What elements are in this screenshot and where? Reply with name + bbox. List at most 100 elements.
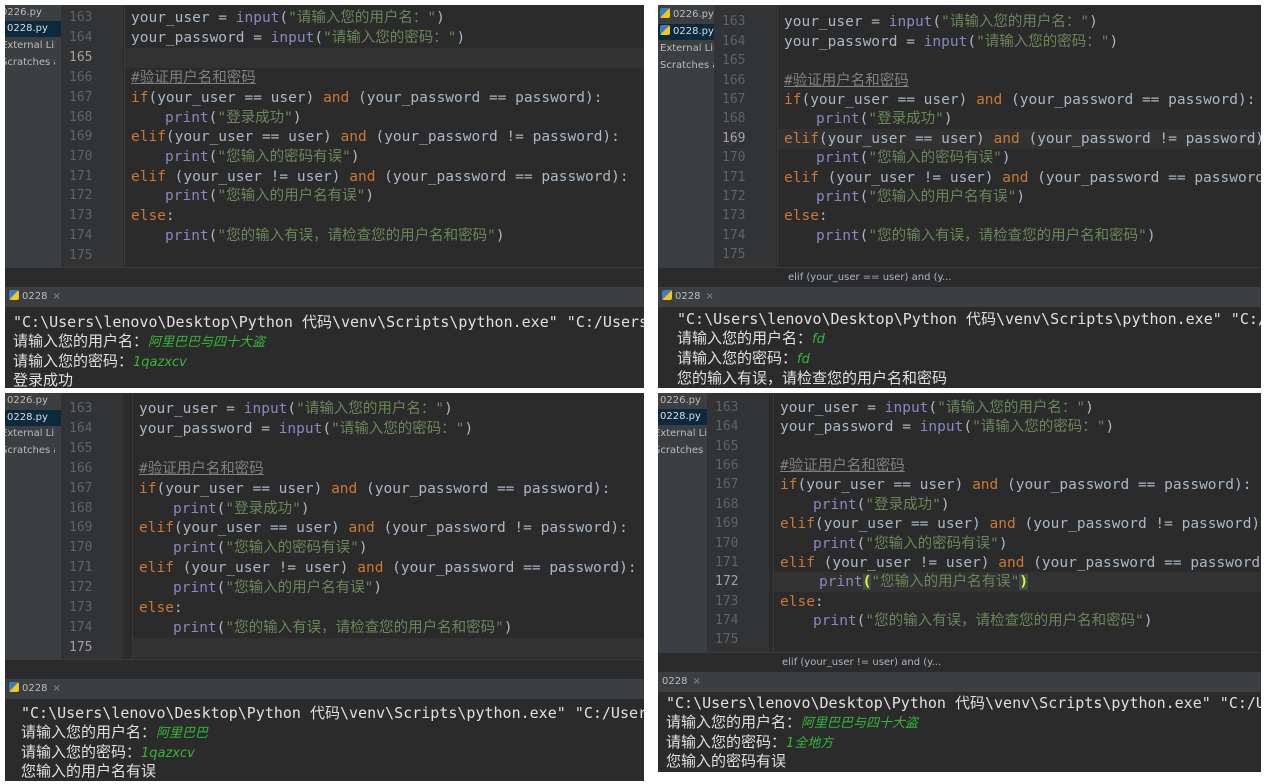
code-line: your_user = input("请输入您的用户名："): [139, 401, 453, 417]
code-line: your_password = input("请输入您的密码："): [139, 421, 474, 437]
run-console: "C:\Users\lenovo\Desktop\Python 代码\venv\…: [5, 307, 644, 388]
console-line: 请输入您的密码：fd: [677, 349, 810, 367]
code-line: print("您输入的密码有误"): [813, 536, 1008, 552]
code-line: print("登录成功"): [165, 110, 302, 126]
current-line: [125, 48, 644, 68]
scratches-and-consoles[interactable]: Scratches and Consoles: [658, 58, 714, 74]
code-line: print("您的输入有误，请检查您的用户名和密码"): [165, 228, 505, 244]
code-editor[interactable]: your_user = input("请输入您的用户名：") your_pass…: [133, 393, 644, 659]
console-result: 您输入的用户名有误: [21, 762, 157, 780]
line-number-gutter: 163 164 165 166 167 168 169 170 171 172 …: [714, 5, 776, 267]
user-input-value: 1qazxcv: [133, 355, 187, 370]
code-editor[interactable]: your_user = input("请输入您的用户名：") your_pass…: [125, 5, 644, 267]
python-file-icon: [9, 290, 19, 300]
code-line: print("您输入的用户名有误"): [173, 580, 383, 596]
code-line: #验证用户名和密码: [139, 461, 264, 477]
current-line: print("您输入的用户名有误"): [774, 572, 1261, 592]
code-line: your_user = input("请输入您的用户名："): [784, 14, 1098, 30]
file-0228[interactable]: 0228.py: [5, 410, 61, 426]
external-libraries[interactable]: External Libraries: [5, 426, 55, 442]
run-tab[interactable]: 0228 ×: [658, 287, 1261, 307]
screenshot-panel-bottom-left: 0226.py 0228.py External Libraries Scrat…: [5, 393, 644, 781]
line-number-gutter: 163 164 165 166 167 168 169 170 171 172 …: [61, 5, 123, 267]
screenshot-panel-top-right: 0226.py 0228.py External Libraries Scrat…: [658, 5, 1261, 388]
breadcrumb[interactable]: elif (your_user != user) and (y...: [658, 652, 1261, 673]
close-icon[interactable]: ×: [705, 291, 713, 302]
console-command: "C:\Users\lenovo\Desktop\Python 代码\venv\…: [666, 694, 1261, 712]
run-tab[interactable]: 0228 ×: [5, 287, 644, 307]
user-input-value: fd: [812, 332, 825, 347]
code-editor[interactable]: your_user = input("请输入您的用户名：") your_pass…: [774, 393, 1261, 652]
file-0228[interactable]: 0228.py: [5, 21, 61, 37]
console-line: 请输入您的用户名：fd: [677, 329, 825, 347]
code-line: if(your_user == user) and (your_password…: [131, 90, 603, 106]
code-line: your_user = input("请输入您的用户名："): [131, 10, 445, 26]
user-input-value: fd: [797, 352, 810, 367]
breadcrumb[interactable]: elif (your_user == user) and (y...: [658, 267, 1261, 288]
current-line: elif(your_user == user) and (your_passwo…: [778, 129, 1261, 149]
external-libraries[interactable]: External Libraries: [658, 41, 714, 57]
code-line: else:: [784, 208, 828, 224]
file-0226[interactable]: 0226.py: [5, 393, 61, 409]
code-line: print("登录成功"): [813, 497, 950, 513]
code-line: print("您输入的密码有误"): [173, 540, 368, 556]
code-line: elif (your_user != user) and (your_passw…: [784, 170, 1261, 186]
console-result: 登录成功: [13, 371, 74, 388]
code-line: else:: [131, 208, 175, 224]
code-line: else:: [780, 594, 824, 610]
file-0226[interactable]: 0226.py: [5, 5, 55, 21]
code-line: elif (your_user != user) and (your_passw…: [131, 169, 629, 185]
project-tree: 0226.py 0228.py External Libraries Scrat…: [658, 5, 714, 287]
python-file-icon: [660, 25, 670, 35]
console-line: 请输入您的用户名：阿里巴巴: [21, 723, 209, 741]
code-line: print("您输入的用户名有误"): [165, 188, 375, 204]
file-0226[interactable]: 0226.py: [658, 393, 714, 409]
close-icon[interactable]: ×: [52, 291, 60, 302]
console-command: "C:\Users\lenovo\Desktop\Python 代码\venv\…: [21, 704, 644, 722]
code-editor[interactable]: your_user = input("请输入您的用户名：") your_pass…: [778, 5, 1261, 267]
screenshot-panel-top-left: 0226.py 0228.py External Libraries Scrat…: [5, 5, 644, 388]
code-line: elif(your_user == user) and (your_passwo…: [131, 129, 620, 145]
console-line: 请输入您的用户名：阿里巴巴与四十大盗: [666, 713, 919, 731]
scratches-and-consoles[interactable]: Scratches and Consoles: [5, 55, 55, 71]
scratches-and-consoles[interactable]: Scratches and Consoles: [5, 443, 55, 459]
console-command: "C:\Users\lenovo\Desktop\Python 代码\venv\…: [13, 313, 644, 331]
console-command: "C:\Users\lenovo\Desktop\Python 代码\venv\…: [677, 310, 1261, 328]
run-tab[interactable]: 0228 ×: [5, 679, 644, 699]
user-input-value: 1qazxcv: [141, 746, 195, 761]
line-number-gutter: 163 164 165 166 167 168 169 170 171 172 …: [61, 393, 123, 659]
run-console: "C:\Users\lenovo\Desktop\Python 代码\venv\…: [5, 699, 644, 781]
code-line: print("您输入的密码有误"): [165, 149, 360, 165]
screenshot-panel-bottom-right: 0226.py 0228.py External Libraries Scrat…: [658, 393, 1261, 772]
close-icon[interactable]: ×: [52, 683, 60, 694]
scratches-and-consoles[interactable]: Scratches and Consoles: [658, 443, 708, 459]
close-icon[interactable]: ×: [692, 676, 700, 687]
external-libraries[interactable]: External Libraries: [658, 426, 708, 442]
code-line: elif (your_user != user) and (your_passw…: [139, 560, 637, 576]
code-line: if(your_user == user) and (your_password…: [139, 481, 611, 497]
code-line: your_user = input("请输入您的用户名："): [780, 400, 1094, 416]
code-line: #验证用户名和密码: [784, 73, 909, 89]
code-line: if(your_user == user) and (your_password…: [780, 477, 1252, 493]
code-line: your_password = input("请输入您的密码："): [131, 30, 466, 46]
code-line: print("您输入的密码有误"): [816, 150, 1011, 166]
project-tree: 0226.py 0228.py External Libraries Scrat…: [5, 5, 61, 287]
code-line: elif (your_user != user) and (your_passw…: [780, 555, 1261, 571]
external-libraries[interactable]: External Libraries: [5, 38, 55, 54]
file-0228[interactable]: 0228.py: [658, 24, 714, 40]
code-line: elif(your_user == user) and (your_passwo…: [139, 520, 628, 536]
file-0228[interactable]: 0228.py: [658, 409, 714, 425]
project-tree: 0226.py 0228.py External Libraries Scrat…: [5, 393, 61, 679]
current-line: [133, 638, 644, 658]
line-number-gutter: 163 164 165 166 167 168 169 170 171 172 …: [707, 393, 769, 652]
console-result: 您的输入有误，请检查您的用户名和密码: [677, 369, 948, 387]
code-line: your_password = input("请输入您的密码："): [780, 419, 1115, 435]
user-input-value: 阿里巴巴: [156, 726, 209, 741]
code-line: print("您的输入有误，请检查您的用户名和密码"): [816, 228, 1156, 244]
run-tab[interactable]: 0228 ×: [658, 672, 1261, 692]
code-line: else:: [139, 600, 183, 616]
file-0226[interactable]: 0226.py: [658, 7, 714, 23]
code-line: print("登录成功"): [173, 501, 310, 517]
code-line: elif(your_user == user) and (your_passwo…: [780, 516, 1261, 532]
run-console: "C:\Users\lenovo\Desktop\Python 代码\venv\…: [658, 692, 1261, 772]
